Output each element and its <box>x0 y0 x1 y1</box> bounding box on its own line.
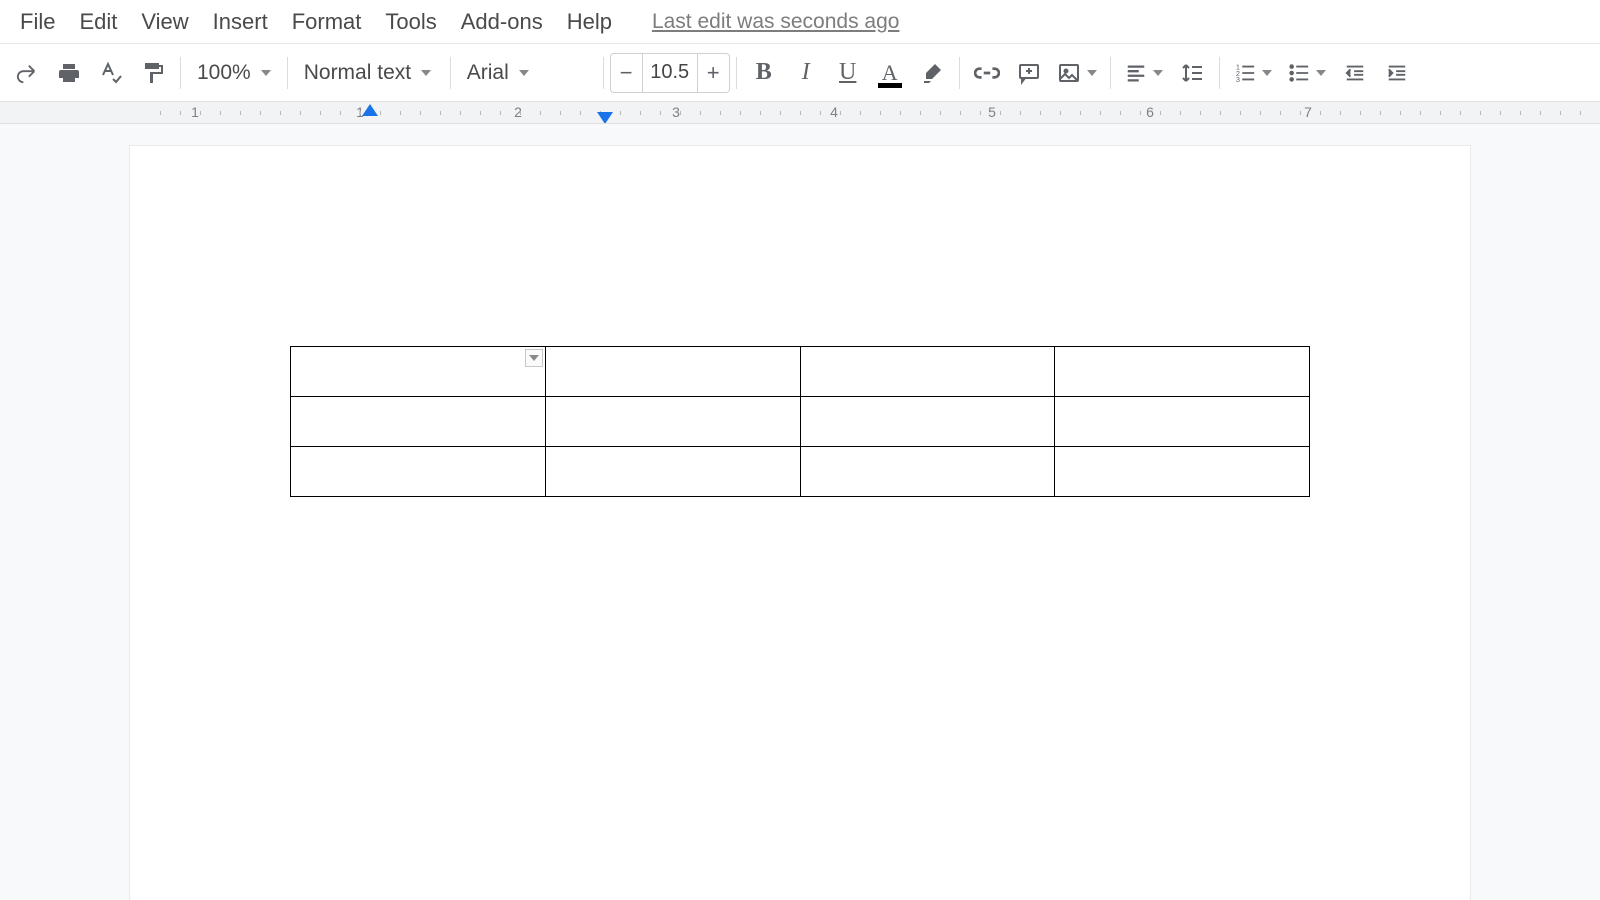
menu-bar: File Edit View Insert Format Tools Add-o… <box>0 0 1600 44</box>
caret-down-icon <box>261 70 271 76</box>
svg-text:3: 3 <box>1236 75 1240 84</box>
caret-down-icon <box>529 355 539 361</box>
table-cell[interactable] <box>291 447 546 497</box>
menu-file[interactable]: File <box>8 3 67 41</box>
ruler-number: 5 <box>988 104 996 120</box>
add-comment-button[interactable] <box>1010 54 1048 92</box>
separator <box>736 57 737 89</box>
italic-button[interactable]: I <box>787 54 825 92</box>
numbered-list-button[interactable]: 123 <box>1228 54 1278 92</box>
table-cell[interactable] <box>800 447 1055 497</box>
ruler-number: 3 <box>672 104 680 120</box>
zoom-value: 100% <box>197 61 251 85</box>
separator <box>603 57 604 89</box>
ruler-number: 1 <box>191 104 199 120</box>
caret-down-icon <box>1087 70 1097 76</box>
page[interactable] <box>130 146 1470 900</box>
separator <box>180 57 181 89</box>
caret-down-icon <box>1316 70 1326 76</box>
last-edit-link[interactable]: Last edit was seconds ago <box>652 10 900 34</box>
spellcheck-button[interactable] <box>92 54 130 92</box>
table-cell[interactable] <box>800 397 1055 447</box>
document-table[interactable] <box>290 346 1310 497</box>
menu-help[interactable]: Help <box>555 3 624 41</box>
separator <box>959 57 960 89</box>
underline-button[interactable]: U <box>829 54 867 92</box>
font-size-decrease-button[interactable]: − <box>610 53 642 93</box>
insert-link-button[interactable] <box>968 54 1006 92</box>
decrease-indent-button[interactable] <box>1336 54 1374 92</box>
insert-image-button[interactable] <box>1052 54 1102 92</box>
bulleted-list-button[interactable] <box>1282 54 1332 92</box>
font-combo[interactable]: Arial <box>457 54 597 92</box>
table-row <box>291 397 1310 447</box>
highlight-button[interactable] <box>913 54 951 92</box>
table-cell[interactable] <box>1055 447 1310 497</box>
table-row <box>291 347 1310 397</box>
ruler[interactable]: 11234567 <box>0 102 1600 124</box>
font-size-group: − + <box>610 53 730 93</box>
caret-down-icon <box>519 70 529 76</box>
table-cell[interactable] <box>291 347 546 397</box>
menu-tools[interactable]: Tools <box>373 3 448 41</box>
table-cell[interactable] <box>291 397 546 447</box>
table-cell[interactable] <box>1055 397 1310 447</box>
separator <box>1219 57 1220 89</box>
font-value: Arial <box>467 61 509 85</box>
redo-button[interactable] <box>8 54 46 92</box>
table-row <box>291 447 1310 497</box>
document-canvas <box>0 124 1600 900</box>
separator <box>1110 57 1111 89</box>
menu-insert[interactable]: Insert <box>201 3 280 41</box>
paint-format-button[interactable] <box>134 54 172 92</box>
table-cell[interactable] <box>545 447 800 497</box>
print-button[interactable] <box>50 54 88 92</box>
toolbar: 100% Normal text Arial − + B I U A <box>0 44 1600 102</box>
table-cell[interactable] <box>1055 347 1310 397</box>
ruler-number: 4 <box>830 104 838 120</box>
style-value: Normal text <box>304 61 411 85</box>
ruler-number: 6 <box>1146 104 1154 120</box>
first-line-indent-marker[interactable] <box>362 104 378 116</box>
right-indent-marker[interactable] <box>597 112 613 124</box>
caret-down-icon <box>1262 70 1272 76</box>
ruler-number: 7 <box>1304 104 1312 120</box>
font-size-increase-button[interactable]: + <box>698 53 730 93</box>
text-color-button[interactable]: A <box>871 54 909 92</box>
line-spacing-button[interactable] <box>1173 54 1211 92</box>
menu-edit[interactable]: Edit <box>67 3 129 41</box>
table-cell[interactable] <box>545 397 800 447</box>
table-cell[interactable] <box>800 347 1055 397</box>
text-color-swatch <box>878 83 902 88</box>
caret-down-icon <box>1153 70 1163 76</box>
separator <box>287 57 288 89</box>
caret-down-icon <box>421 70 431 76</box>
menu-view[interactable]: View <box>129 3 200 41</box>
font-size-input[interactable] <box>642 53 698 93</box>
cell-menu-button[interactable] <box>525 349 543 367</box>
align-button[interactable] <box>1119 54 1169 92</box>
menu-format[interactable]: Format <box>280 3 374 41</box>
menu-addons[interactable]: Add-ons <box>449 3 555 41</box>
zoom-combo[interactable]: 100% <box>187 54 281 92</box>
bold-button[interactable]: B <box>745 54 783 92</box>
table-cell[interactable] <box>545 347 800 397</box>
increase-indent-button[interactable] <box>1378 54 1416 92</box>
separator <box>450 57 451 89</box>
paragraph-style-combo[interactable]: Normal text <box>294 54 444 92</box>
